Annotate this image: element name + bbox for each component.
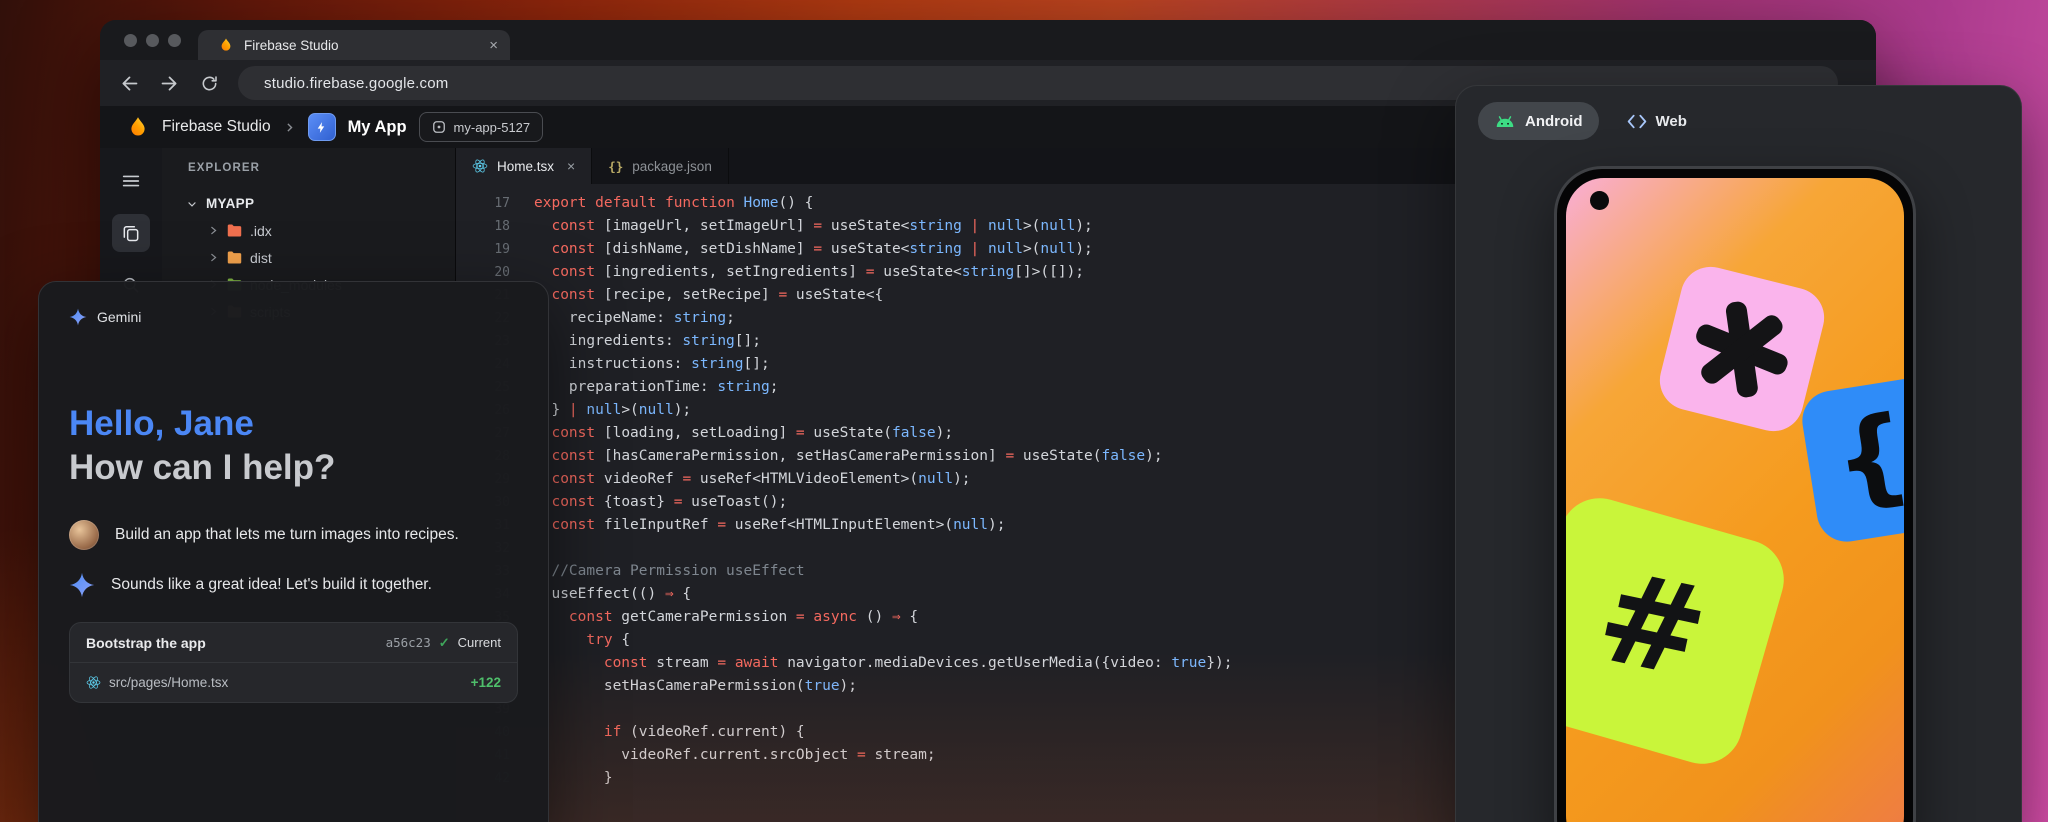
greeting-line-1: Hello, Jane — [69, 402, 518, 446]
gemini-spark-icon — [69, 308, 87, 326]
hash-glyph: # — [1586, 547, 1718, 705]
project-name: My App — [348, 118, 407, 137]
android-icon — [1494, 114, 1516, 129]
back-icon[interactable] — [118, 72, 140, 94]
chat-message-user: Build an app that lets me turn images in… — [69, 520, 518, 550]
phone-camera-hole — [1590, 191, 1609, 210]
blue-brace-shape: { — [1798, 372, 1904, 546]
gemini-header: Gemini — [69, 308, 518, 326]
forward-icon[interactable] — [158, 72, 180, 94]
gemini-panel: Gemini Hello, Jane How can I help? Build… — [38, 281, 549, 822]
chat-message-gemini: Sounds like a great idea! Let's build it… — [69, 572, 518, 598]
editor-tab-package-json[interactable]: {} package.json — [592, 148, 729, 184]
react-icon — [472, 158, 488, 174]
close-icon[interactable]: × — [567, 158, 575, 174]
line-number: 18 — [456, 215, 534, 238]
browser-tab-title: Firebase Studio — [244, 38, 479, 53]
window-control-minimize[interactable] — [146, 34, 159, 47]
gemini-title: Gemini — [97, 309, 141, 325]
gemini-greeting: Hello, Jane How can I help? — [69, 402, 518, 490]
project-badge-icon — [432, 120, 446, 134]
root-folder-name: MYAPP — [206, 196, 254, 211]
user-avatar — [69, 520, 99, 550]
explorer-title: EXPLORER — [188, 162, 455, 174]
brand-title: Firebase Studio — [162, 118, 271, 136]
chat-message-text: Sounds like a great idea! Let's build it… — [111, 576, 432, 594]
window-control-close[interactable] — [124, 34, 137, 47]
editor-tab-home-tsx[interactable]: Home.tsx × — [456, 148, 592, 184]
chevron-right-icon — [208, 252, 219, 263]
background-gradient: Firebase Studio × studio.firebase.google… — [0, 0, 2048, 822]
task-status: Current — [458, 635, 501, 650]
firebase-flame-icon — [218, 37, 234, 53]
window-controls — [124, 34, 181, 47]
browser-tab-strip: Firebase Studio × — [100, 20, 1876, 60]
editor-tab-label: Home.tsx — [497, 159, 554, 174]
android-phone-mockup: { # — [1554, 166, 1916, 822]
folder-icon — [226, 249, 243, 266]
diff-added-count: +122 — [471, 675, 501, 690]
task-title: Bootstrap the app — [86, 635, 378, 651]
bootstrap-task-card[interactable]: Bootstrap the app a56c23 ✓ Current src/p… — [69, 622, 518, 703]
refresh-icon[interactable] — [198, 72, 220, 94]
files-icon[interactable] — [112, 214, 150, 252]
preview-target-toggles: Android Web — [1456, 86, 2021, 140]
task-card-header: Bootstrap the app a56c23 ✓ Current — [70, 623, 517, 662]
address-bar-url: studio.firebase.google.com — [264, 75, 448, 92]
greeting-line-2: How can I help? — [69, 446, 518, 490]
changed-file-row[interactable]: src/pages/Home.tsx +122 — [70, 663, 517, 702]
folder-icon — [226, 222, 243, 239]
changed-file-path: src/pages/Home.tsx — [109, 675, 463, 690]
toggle-android[interactable]: Android — [1478, 102, 1599, 140]
explorer-folder-.idx[interactable]: .idx — [162, 217, 455, 244]
breadcrumb-chevron-icon — [283, 121, 296, 134]
braces-icon: {} — [608, 159, 623, 174]
react-icon — [86, 675, 101, 690]
line-number: 19 — [456, 238, 534, 261]
menu-icon[interactable] — [112, 162, 150, 200]
firebase-flame-icon — [126, 115, 150, 139]
toggle-android-label: Android — [1525, 113, 1583, 130]
chat-message-text: Build an app that lets me turn images in… — [115, 526, 459, 544]
preview-panel: Android Web { # — [1455, 85, 2022, 822]
phone-screen: { # — [1566, 178, 1904, 822]
green-hash-shape: # — [1566, 489, 1793, 773]
gemini-spark-icon — [69, 572, 95, 598]
tree-root-myapp[interactable]: MYAPP — [162, 190, 455, 217]
check-icon: ✓ — [439, 635, 450, 651]
tab-close-icon[interactable]: × — [489, 37, 498, 54]
explorer-folder-dist[interactable]: dist — [162, 244, 455, 271]
commit-hash: a56c23 — [386, 635, 431, 650]
toggle-web-label: Web — [1656, 113, 1687, 130]
project-id-label: my-app-5127 — [454, 120, 531, 135]
code-brackets-icon — [1627, 113, 1647, 130]
toggle-web[interactable]: Web — [1611, 102, 1703, 140]
window-control-zoom[interactable] — [168, 34, 181, 47]
project-id-badge[interactable]: my-app-5127 — [419, 112, 544, 142]
line-number: 17 — [456, 192, 534, 215]
chevron-right-icon — [208, 225, 219, 236]
curly-brace-glyph: { — [1825, 390, 1904, 525]
caret-down-icon — [186, 198, 198, 210]
folder-name: dist — [250, 250, 272, 266]
folder-name: .idx — [250, 223, 272, 239]
browser-tab[interactable]: Firebase Studio × — [198, 30, 510, 60]
editor-tab-label: package.json — [632, 159, 712, 174]
app-project-icon — [308, 113, 336, 141]
